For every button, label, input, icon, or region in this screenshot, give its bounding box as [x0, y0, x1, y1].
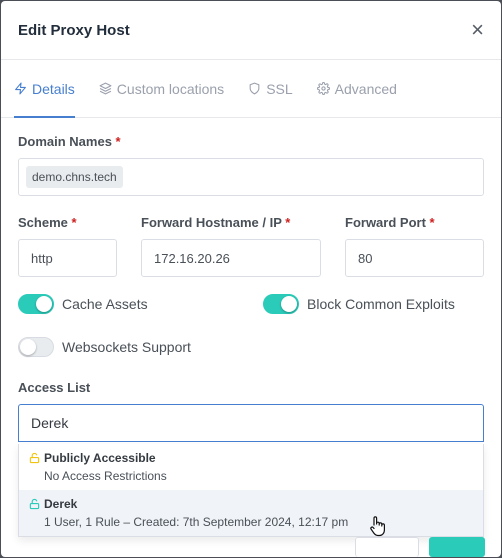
tab-advanced[interactable]: Advanced	[316, 60, 397, 117]
gear-icon	[316, 82, 330, 95]
edit-proxy-host-modal: Edit Proxy Host × Details Custom locatio…	[1, 1, 501, 557]
scheme-group: Scheme * http	[18, 215, 117, 277]
close-icon[interactable]: ×	[471, 19, 484, 41]
access-option-public[interactable]: Publicly Accessible No Access Restrictio…	[19, 444, 483, 490]
block-exploits-toggle-wrap[interactable]: Block Common Exploits	[263, 294, 455, 314]
cache-assets-toggle-wrap[interactable]: Cache Assets	[18, 294, 263, 314]
cancel-button[interactable]	[355, 537, 419, 557]
access-list-dropdown: Publicly Accessible No Access Restrictio…	[18, 444, 484, 537]
hand-cursor-icon	[370, 516, 385, 537]
block-exploits-toggle[interactable]	[263, 294, 299, 314]
access-list-label: Access List	[18, 380, 91, 395]
tab-label: Custom locations	[116, 80, 225, 97]
access-list-input[interactable]: Derek	[18, 404, 484, 442]
cache-assets-toggle[interactable]	[18, 294, 54, 314]
cache-assets-label: Cache Assets	[62, 296, 148, 312]
websockets-label: Websockets Support	[62, 339, 191, 355]
required-marker: *	[429, 215, 435, 230]
hostname-input[interactable]: 172.16.20.26	[141, 239, 321, 277]
tab-ssl[interactable]: SSL	[248, 60, 293, 117]
tab-label: SSL	[266, 80, 293, 97]
option-title: Publicly Accessible	[44, 451, 156, 465]
domain-tag[interactable]: demo.chns.tech	[26, 166, 123, 188]
option-subtitle: No Access Restrictions	[44, 469, 167, 483]
tab-bar: Details Custom locations SSL Advanced	[1, 60, 501, 118]
access-option-derek[interactable]: Derek 1 User, 1 Rule – Created: 7th Sept…	[19, 490, 483, 536]
unlock-icon	[29, 498, 40, 510]
required-marker: *	[115, 134, 121, 149]
unlock-icon	[29, 452, 40, 464]
hostname-group: Forward Hostname / IP * 172.16.20.26	[141, 215, 321, 277]
websockets-toggle-wrap[interactable]: Websockets Support	[18, 337, 191, 357]
required-marker: *	[285, 215, 291, 230]
option-title: Derek	[44, 497, 78, 511]
details-form: Domain Names * demo.chns.tech Scheme * h…	[1, 118, 501, 556]
scheme-label: Scheme *	[18, 215, 77, 230]
toggle-row-1: Cache Assets Block Common Exploits	[18, 294, 484, 314]
layers-icon	[99, 82, 112, 95]
domain-names-input[interactable]: demo.chns.tech	[18, 158, 484, 196]
tab-details[interactable]: Details	[14, 60, 75, 118]
bolt-icon	[15, 82, 26, 95]
forward-row: Scheme * http Forward Hostname / IP * 17…	[18, 215, 484, 277]
modal-header: Edit Proxy Host ×	[1, 1, 501, 60]
port-input[interactable]: 80	[345, 239, 484, 277]
domain-names-group: Domain Names * demo.chns.tech	[18, 134, 484, 196]
scheme-input[interactable]: http	[18, 239, 117, 277]
save-button[interactable]	[429, 537, 485, 557]
hostname-label: Forward Hostname / IP *	[141, 215, 291, 230]
toggle-row-2: Websockets Support	[18, 337, 484, 357]
port-label: Forward Port *	[345, 215, 435, 230]
modal-title: Edit Proxy Host	[18, 21, 130, 39]
option-subtitle: 1 User, 1 Rule – Created: 7th September …	[44, 515, 349, 529]
websockets-toggle[interactable]	[18, 337, 54, 357]
tab-label: Details	[32, 80, 75, 97]
required-marker: *	[71, 215, 77, 230]
block-exploits-label: Block Common Exploits	[307, 296, 455, 312]
tab-custom-locations[interactable]: Custom locations	[99, 60, 224, 117]
shield-icon	[249, 82, 260, 95]
domain-names-label: Domain Names *	[18, 134, 121, 149]
access-list-group: Access List Derek	[18, 380, 484, 442]
tab-label: Advanced	[334, 80, 397, 97]
port-group: Forward Port * 80	[345, 215, 484, 277]
